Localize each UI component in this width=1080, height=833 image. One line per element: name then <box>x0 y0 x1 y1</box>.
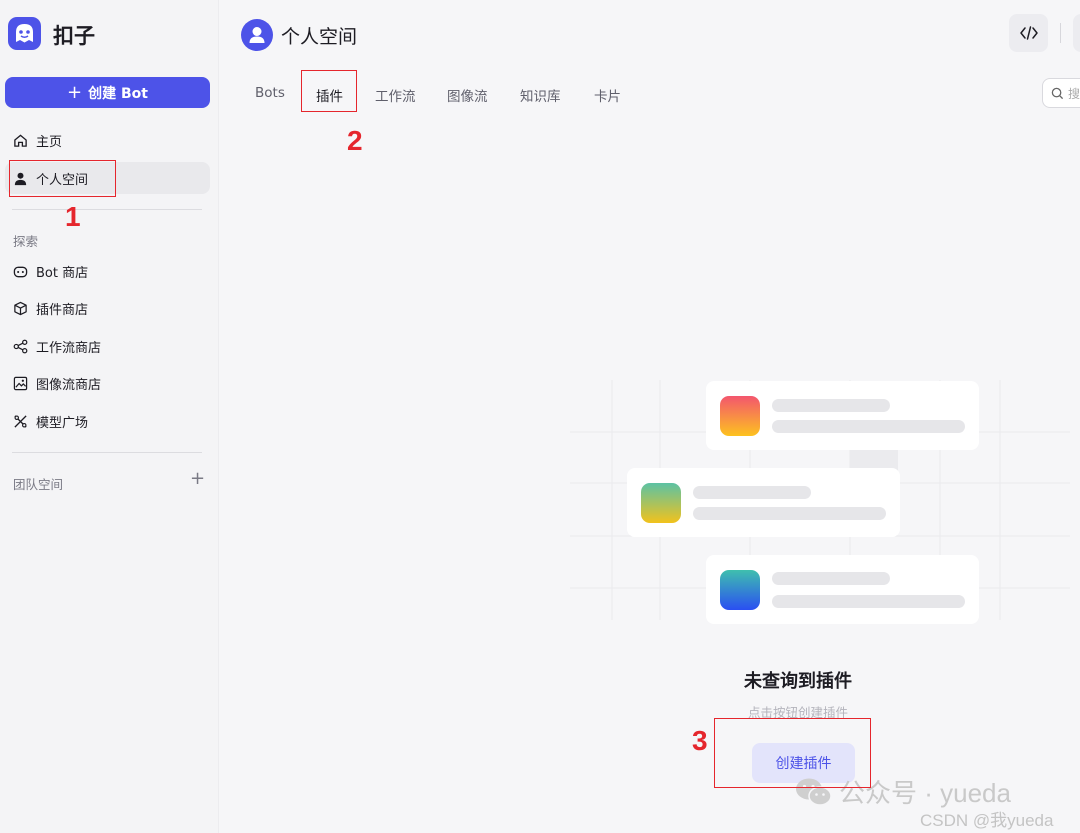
code-icon <box>1019 26 1038 40</box>
sidebar-item-label: 工作流商店 <box>36 340 102 356</box>
user-icon <box>249 27 265 43</box>
bot-icon <box>13 266 28 277</box>
annotation-number-3: 3 <box>692 725 708 756</box>
coze-logo-icon[interactable] <box>8 17 41 50</box>
space-avatar <box>241 19 273 51</box>
search-input[interactable]: 搜 <box>1042 78 1080 108</box>
sidebar-item-workflow-store[interactable]: 工作流商店 <box>5 330 210 362</box>
image-icon <box>13 376 28 390</box>
sidebar-item-label: 图像流商店 <box>36 377 102 393</box>
sidebar-item-home[interactable]: 主页 <box>5 124 210 156</box>
team-space-title: 团队空间 <box>13 477 64 492</box>
plus-icon: + <box>67 81 83 103</box>
header-action-button[interactable] <box>1073 14 1080 52</box>
header-divider <box>1060 23 1061 43</box>
empty-state-title: 未查询到插件 <box>744 671 852 692</box>
add-team-icon[interactable]: + <box>190 470 205 488</box>
placeholder-card <box>706 555 979 624</box>
sidebar-item-model-square[interactable]: 模型广场 <box>5 405 210 437</box>
tab-cards[interactable]: 卡片 <box>594 85 621 105</box>
tab-knowledge[interactable]: 知识库 <box>520 85 561 105</box>
home-icon <box>14 133 27 147</box>
search-icon <box>1051 87 1064 99</box>
placeholder-card <box>706 381 979 450</box>
empty-plugins-illustration <box>570 380 1070 624</box>
sidebar-divider <box>12 452 202 453</box>
tab-workflows[interactable]: 工作流 <box>375 85 416 105</box>
sidebar-item-label: 主页 <box>36 134 63 150</box>
tab-imageflows[interactable]: 图像流 <box>447 85 488 105</box>
sidebar-item-imageflow-store[interactable]: 图像流商店 <box>5 367 210 399</box>
watermark-csdn: CSDN @我yueda <box>920 811 1054 830</box>
sidebar-item-label: 插件商店 <box>36 302 89 318</box>
sidebar-item-bot-store[interactable]: Bot 商店 <box>5 255 210 287</box>
sidebar: 扣子 + 创建 Bot 主页 个人空间 探索 Bot 商店 插件商店 工作流商店… <box>0 0 219 833</box>
workflow-icon <box>13 339 28 353</box>
annotation-box-2 <box>301 70 357 112</box>
annotation-box-1 <box>9 160 116 197</box>
annotation-box-3 <box>714 718 871 788</box>
tab-bots[interactable]: Bots <box>255 85 285 101</box>
page-title: 个人空间 <box>281 26 358 48</box>
sidebar-item-plugin-store[interactable]: 插件商店 <box>5 292 210 324</box>
create-bot-label: 创建 Bot <box>88 85 148 102</box>
sidebar-item-label: Bot 商店 <box>36 265 89 281</box>
annotation-number-1: 1 <box>65 201 81 232</box>
sidebar-item-label: 模型广场 <box>36 415 89 431</box>
sidebar-divider <box>12 209 202 210</box>
code-button[interactable] <box>1009 14 1048 52</box>
annotation-number-2: 2 <box>347 125 363 156</box>
placeholder-card <box>627 468 900 537</box>
search-placeholder: 搜 <box>1068 86 1080 101</box>
cube-icon <box>14 301 27 315</box>
create-bot-button[interactable]: + 创建 Bot <box>5 77 210 108</box>
model-icon <box>14 414 27 428</box>
brand-name: 扣子 <box>53 24 95 48</box>
explore-section-title: 探索 <box>13 234 39 249</box>
